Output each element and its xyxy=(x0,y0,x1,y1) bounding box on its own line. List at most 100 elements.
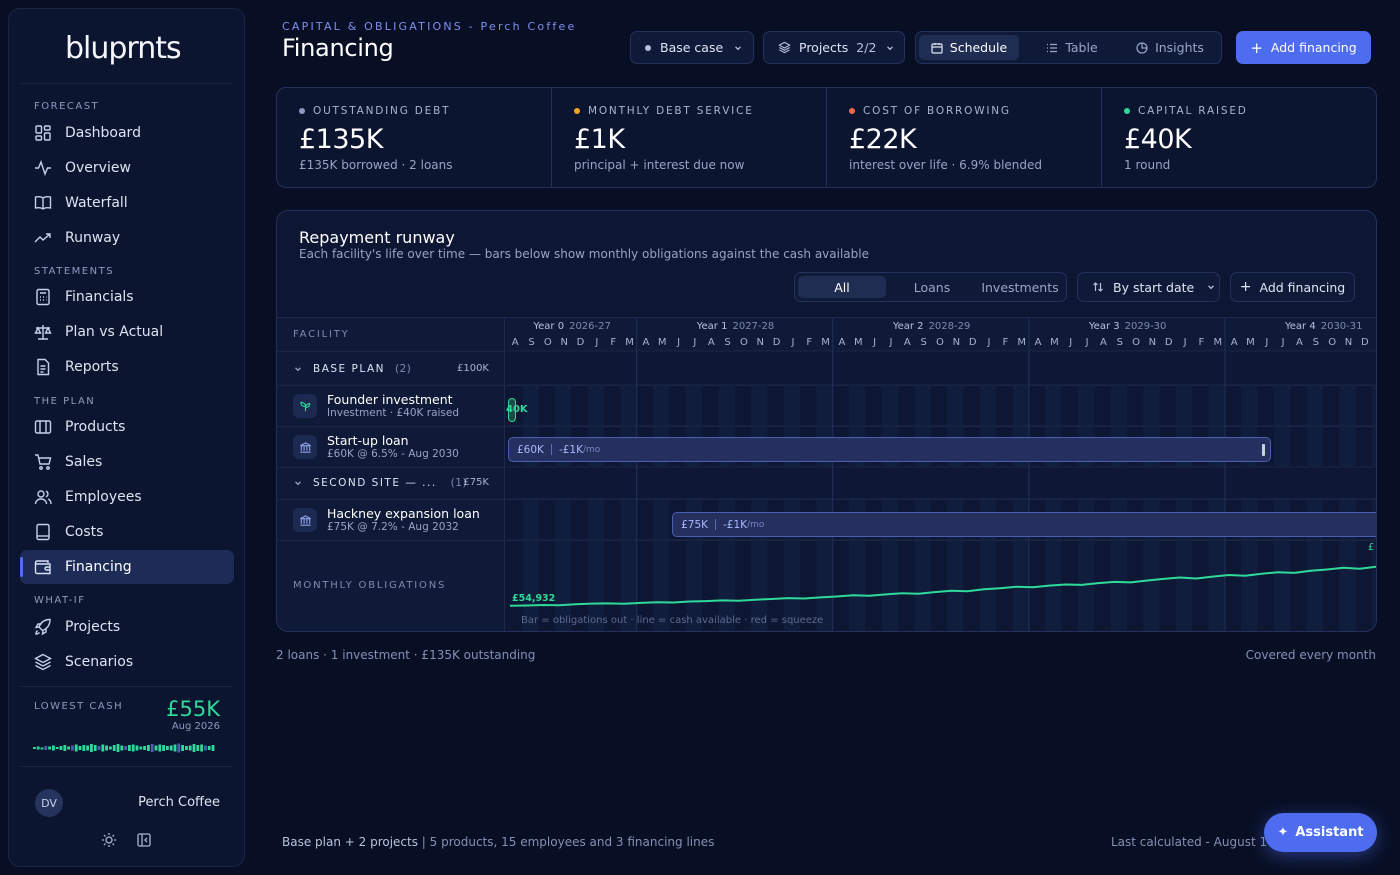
spark-bar xyxy=(93,745,97,751)
sidebar-item-runway[interactable]: Runway xyxy=(20,221,234,255)
plus-icon: + xyxy=(1239,279,1252,295)
bar-amount: £75K xyxy=(681,518,709,531)
box-icon xyxy=(34,420,52,434)
kpi-value: £22K xyxy=(849,124,917,155)
layers-icon xyxy=(34,653,52,671)
divider xyxy=(21,766,232,767)
sidebar-item-costs[interactable]: Costs xyxy=(20,515,234,549)
add-financing-button[interactable]: + Add financing xyxy=(1236,31,1371,64)
page-title: Financing xyxy=(282,34,394,62)
list-icon xyxy=(1047,43,1058,52)
spark-bar xyxy=(196,745,200,751)
month-label: A xyxy=(838,337,846,348)
chevron-down-icon xyxy=(887,45,894,50)
sidebar-item-overview[interactable]: Overview xyxy=(20,151,234,185)
sidebar-item-label: Products xyxy=(65,419,126,435)
section-the-plan: THE PLAN xyxy=(34,396,96,407)
collapse-sidebar-icon[interactable] xyxy=(136,832,152,848)
sort-select[interactable]: By start date xyxy=(1077,272,1220,302)
facility-name[interactable]: Founder investment xyxy=(327,392,453,407)
assistant-button[interactable]: ✦ Assistant xyxy=(1264,813,1377,852)
sun-icon[interactable] xyxy=(101,832,117,848)
month-stripe xyxy=(1372,385,1376,631)
year-name: Year 1 xyxy=(696,321,728,332)
filter-all[interactable]: All xyxy=(798,276,886,298)
status-bar: Base plan + 2 projects | 5 products, 15 … xyxy=(282,835,714,849)
add-financing-secondary-button[interactable]: + Add financing xyxy=(1230,272,1355,302)
month-label: N xyxy=(952,337,961,348)
hackney-expansion-loan-bar[interactable]: £75K -£1K /mo xyxy=(672,512,1376,537)
scenario-select[interactable]: Base case xyxy=(630,31,754,64)
tab-insights[interactable]: Insights xyxy=(1122,35,1218,60)
month-stripe xyxy=(1110,385,1127,631)
month-stripe xyxy=(718,385,735,631)
spark-bar xyxy=(128,745,131,751)
company-name[interactable]: Perch Coffee xyxy=(138,795,220,810)
status-dot-icon xyxy=(849,108,855,114)
kpi-monthly-debt-service: MONTHLY DEBT SERVICE £1K principal + int… xyxy=(552,88,827,187)
month-label: N xyxy=(1344,337,1353,348)
spark-bar xyxy=(135,745,139,751)
facility-name[interactable]: Start-up loan xyxy=(327,433,409,448)
sidebar-item-sales[interactable]: Sales xyxy=(20,445,234,479)
spark-bar xyxy=(82,745,86,751)
tab-table[interactable]: Table xyxy=(1024,35,1120,60)
spark-bar xyxy=(177,743,181,753)
monthly-obligations-label: MONTHLY OBLIGATIONS xyxy=(293,580,447,591)
spark-bar xyxy=(55,747,59,749)
spark-bar xyxy=(90,744,93,752)
month-label: F xyxy=(1198,337,1205,348)
sidebar-item-financing[interactable]: Financing xyxy=(20,550,234,584)
spark-bar xyxy=(44,746,48,750)
separator xyxy=(715,519,717,530)
group-base-plan[interactable]: BASE PLAN (2) xyxy=(293,363,411,375)
kpi-label-text: MONTHLY DEBT SERVICE xyxy=(588,105,754,117)
sidebar-item-waterfall[interactable]: Waterfall xyxy=(20,186,234,220)
sidebar-item-scenarios[interactable]: Scenarios xyxy=(20,645,234,679)
month-label: J xyxy=(693,337,697,348)
start-up-loan-bar[interactable]: £60K -£1K /mo xyxy=(508,437,1272,462)
calendar-icon xyxy=(931,42,943,54)
month-label: J xyxy=(1281,337,1285,348)
avatar[interactable]: DV xyxy=(35,789,63,817)
status-dot-icon xyxy=(1124,108,1130,114)
sidebar-item-label: Runway xyxy=(65,230,121,246)
month-label: A xyxy=(642,337,650,348)
lowest-cash-sparkline xyxy=(33,743,215,753)
projects-select[interactable]: Projects 2/2 xyxy=(763,31,905,64)
status-dot-icon xyxy=(574,108,580,114)
spark-bar xyxy=(97,746,101,750)
kpi-label: OUTSTANDING DEBT xyxy=(299,105,450,117)
group-name: BASE PLAN xyxy=(313,363,385,375)
sidebar-item-financials[interactable]: Financials xyxy=(20,280,234,314)
tab-schedule[interactable]: Schedule xyxy=(919,35,1019,60)
spark-bar xyxy=(192,744,196,752)
section-statements: STATEMENTS xyxy=(34,266,115,277)
month-label: J xyxy=(873,337,877,348)
sidebar-item-dashboard[interactable]: Dashboard xyxy=(20,116,234,150)
month-stripe xyxy=(1175,385,1193,631)
lowest-cash-date: Aug 2026 xyxy=(171,721,220,732)
month-stripe xyxy=(1143,385,1160,631)
facility-name[interactable]: Hackney expansion loan xyxy=(327,506,480,521)
sidebar-item-projects[interactable]: Projects xyxy=(20,610,234,644)
status-dot-icon xyxy=(299,108,305,114)
filter-investments[interactable]: Investments xyxy=(977,276,1063,298)
spark-bar xyxy=(116,744,120,752)
month-label: A xyxy=(511,337,519,348)
filter-loans[interactable]: Loans xyxy=(889,276,975,298)
sidebar-item-label: Costs xyxy=(65,524,104,540)
year-dates: 2030-31 xyxy=(1320,321,1363,332)
sidebar-item-products[interactable]: Products xyxy=(20,410,234,444)
chevron-down-icon xyxy=(1208,285,1215,290)
month-stripe xyxy=(1339,385,1356,631)
drag-handle[interactable] xyxy=(1262,444,1266,456)
sidebar-item-reports[interactable]: Reports xyxy=(20,350,234,384)
month-label: D xyxy=(772,337,781,348)
month-label: J xyxy=(889,337,893,348)
sidebar-item-plan-vs-actual[interactable]: Plan vs Actual xyxy=(20,315,234,349)
sidebar-item-employees[interactable]: Employees xyxy=(20,480,234,514)
month-label: J xyxy=(987,337,991,348)
panel-title: Repayment runway xyxy=(299,228,455,247)
bank-icon xyxy=(293,435,317,459)
